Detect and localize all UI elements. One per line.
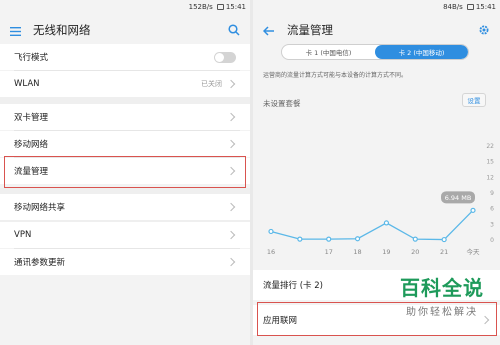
tab-sim2[interactable]: 卡 2 (中国移动) bbox=[375, 45, 468, 59]
usage-chart: 22 15 12 9 6 3 0 16 17 18 19 20 21 今天 6.94 MB bbox=[267, 143, 494, 256]
header: 无线和网络 bbox=[0, 14, 250, 46]
x-tick-label: 今天 bbox=[467, 247, 481, 256]
chevron-right-icon bbox=[226, 230, 236, 240]
carrier-update-label: 通讯参数更新 bbox=[14, 258, 66, 268]
data-usage-screen: 84B/s 15:41 流量管理 卡 1 (中国电信) 卡 2 (中国移动) 运… bbox=[253, 0, 500, 345]
search-icon[interactable] bbox=[228, 21, 240, 40]
chevron-right-icon bbox=[226, 257, 236, 267]
x-tick-label: 20 bbox=[411, 248, 419, 256]
data-point bbox=[412, 236, 418, 242]
dual-card-row[interactable]: 双卡管理 bbox=[0, 104, 250, 130]
y-tick-label: 15 bbox=[486, 159, 494, 166]
page-title: 无线和网络 bbox=[33, 23, 91, 37]
status-bar: 152B/s 15:41 bbox=[0, 0, 250, 14]
watermark-subtitle: 助你轻松解决 bbox=[406, 307, 478, 318]
x-tick-label: 19 bbox=[382, 248, 390, 256]
wlan-label: WLAN bbox=[14, 79, 40, 89]
x-tick-label: 17 bbox=[325, 248, 333, 256]
data-point bbox=[268, 228, 274, 235]
data-point bbox=[441, 236, 447, 243]
airplane-mode-toggle[interactable] bbox=[214, 51, 236, 63]
network-speed: 84B/s bbox=[443, 3, 463, 11]
battery-icon bbox=[466, 4, 474, 10]
y-tick-label: 3 bbox=[490, 221, 494, 228]
data-point bbox=[470, 207, 476, 213]
mobile-network-row[interactable]: 移动网络 bbox=[0, 131, 250, 157]
tab-sim1[interactable]: 卡 1 (中国电信) bbox=[282, 45, 375, 59]
network-speed: 152B/s bbox=[188, 3, 213, 11]
callout-label: 6.94 MB bbox=[445, 194, 472, 202]
data-point bbox=[297, 236, 303, 242]
watermark: 百科全说 助你轻松解决 bbox=[400, 272, 484, 318]
x-tick-label: 21 bbox=[440, 248, 448, 256]
airplane-mode-label: 飞行模式 bbox=[14, 53, 49, 63]
usage-line bbox=[270, 209, 474, 241]
page-title: 流量管理 bbox=[287, 23, 333, 37]
tethering-label: 移动网络共享 bbox=[14, 203, 66, 213]
vpn-label: VPN bbox=[14, 230, 32, 240]
wlan-status: 已关闭 bbox=[201, 80, 222, 88]
highlight-box bbox=[4, 156, 246, 188]
clock: 15:41 bbox=[225, 3, 246, 11]
no-plan-label: 未设置套餐 bbox=[263, 99, 301, 108]
status-bar: 84B/s 15:41 bbox=[253, 0, 500, 14]
y-tick-label: 0 bbox=[490, 237, 494, 244]
x-tick-label: 18 bbox=[353, 248, 361, 256]
gear-icon[interactable] bbox=[478, 21, 490, 40]
sim-tabs: 卡 1 (中国电信) 卡 2 (中国移动) bbox=[281, 44, 469, 60]
watermark-title: 百科全说 bbox=[400, 276, 484, 300]
wlan-row[interactable]: WLAN 已关闭 bbox=[0, 71, 250, 97]
x-tick-label: 16 bbox=[267, 248, 275, 256]
battery-icon bbox=[216, 4, 224, 10]
tethering-row[interactable]: 移动网络共享 bbox=[0, 194, 250, 220]
value-callout: 6.94 MB bbox=[441, 191, 475, 204]
wireless-network-screen: 152B/s 15:41 无线和网络 飞行模式 WLAN 已关闭 双卡管理 移动… bbox=[0, 0, 250, 345]
data-point bbox=[383, 220, 390, 226]
clock: 15:41 bbox=[475, 3, 496, 11]
data-point bbox=[326, 236, 332, 242]
dual-card-label: 双卡管理 bbox=[14, 113, 49, 123]
y-tick-label: 9 bbox=[490, 190, 494, 197]
mobile-network-label: 移动网络 bbox=[14, 140, 49, 150]
data-point bbox=[354, 236, 361, 242]
vpn-row[interactable]: VPN bbox=[0, 222, 250, 248]
chevron-right-icon bbox=[226, 202, 236, 212]
y-tick-label: 12 bbox=[486, 174, 494, 181]
carrier-update-row[interactable]: 通讯参数更新 bbox=[0, 249, 250, 275]
y-tick-label: 6 bbox=[490, 206, 494, 213]
back-arrow-icon[interactable] bbox=[262, 21, 275, 40]
airplane-mode-row[interactable]: 飞行模式 bbox=[0, 44, 250, 70]
menu-icon[interactable] bbox=[10, 21, 21, 40]
y-tick-label: 22 bbox=[486, 143, 494, 150]
chevron-right-icon bbox=[226, 139, 236, 149]
chevron-right-icon bbox=[226, 79, 236, 89]
chevron-right-icon bbox=[226, 112, 236, 122]
header: 流量管理 bbox=[253, 14, 500, 46]
set-plan-button[interactable]: 设置 bbox=[462, 93, 486, 107]
description-text: 运营商的流量计算方式可能与本设备的计算方式不同。 bbox=[263, 72, 408, 79]
